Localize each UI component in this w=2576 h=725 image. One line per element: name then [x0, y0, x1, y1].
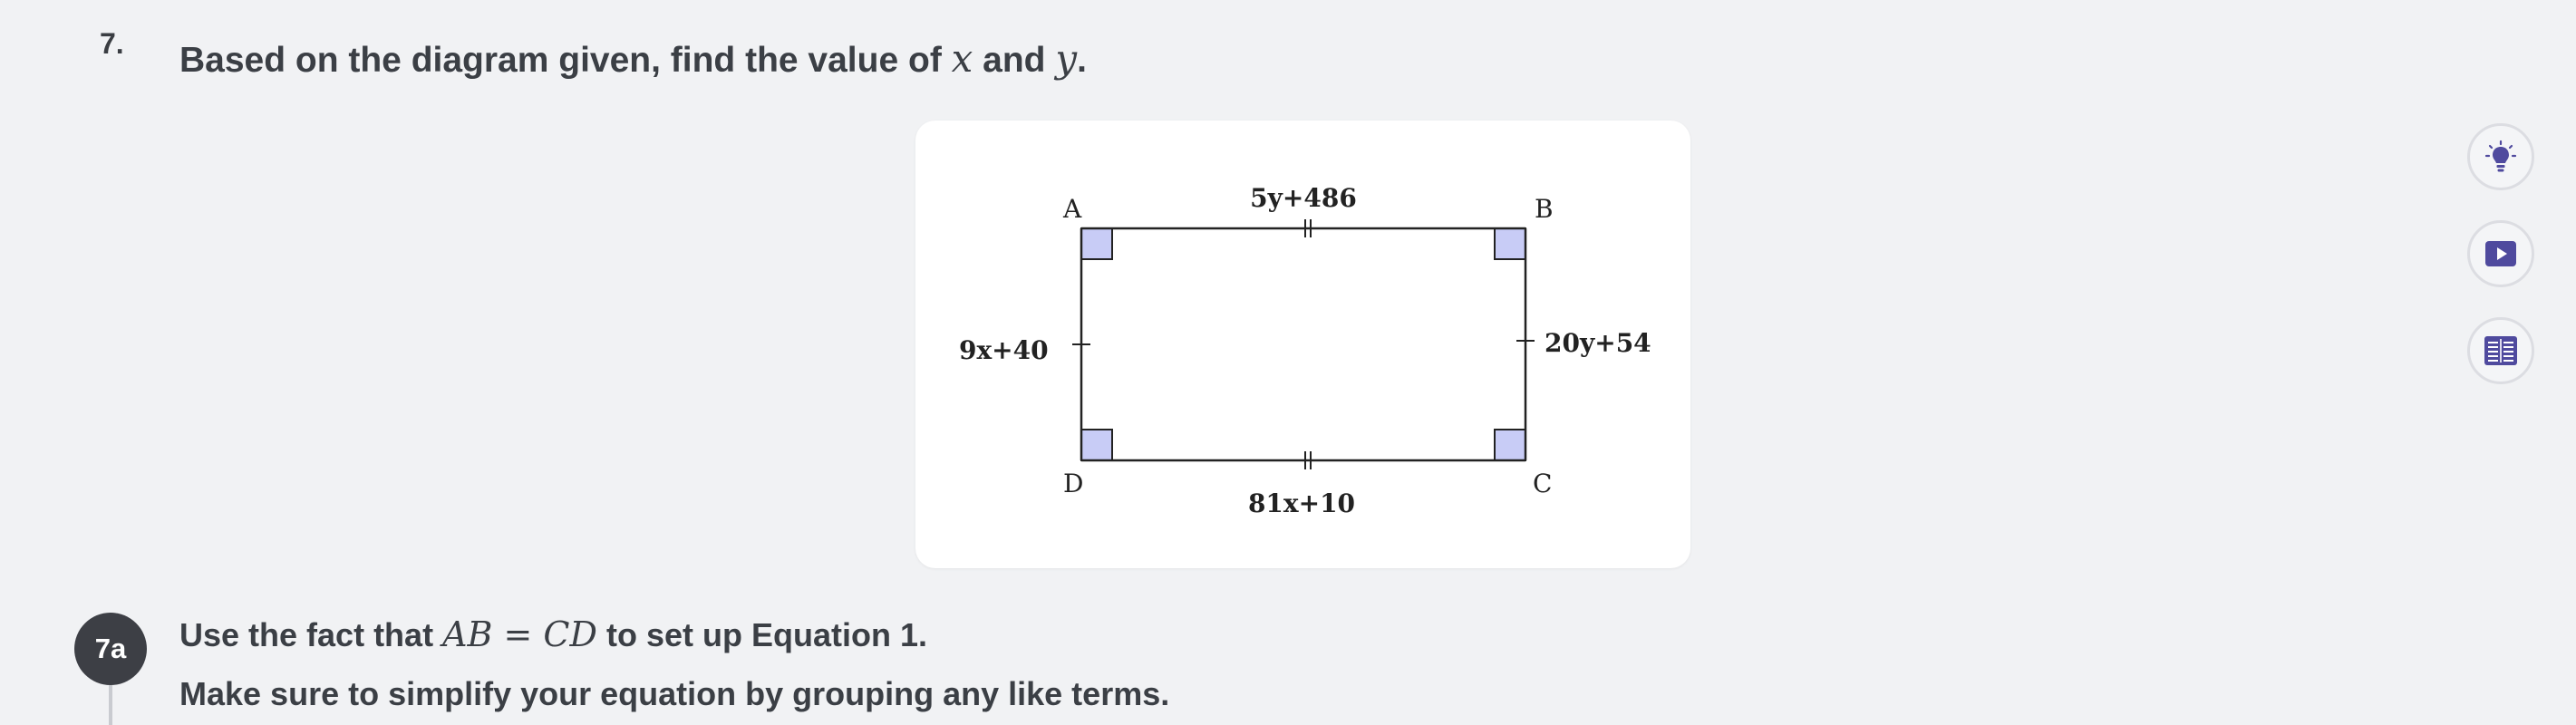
hint-button[interactable]: [2467, 123, 2534, 190]
formula-sheet-icon: [2484, 336, 2517, 365]
vertex-label-a: A: [1062, 194, 1082, 224]
vertex-label-d: D: [1063, 469, 1083, 498]
step-hint-text: Make sure to simplify your equation by g…: [179, 675, 1170, 712]
step-badge: 7a: [74, 613, 147, 685]
question-prompt: Based on the diagram given, find the val…: [179, 36, 1087, 81]
diagram-card: A B D C 5y+486 20y+54 81x+10 9x+40: [915, 121, 1690, 568]
question-period: .: [1077, 41, 1087, 80]
edge-label-bottom: 81x+10: [1248, 488, 1355, 518]
variable-y: y: [1055, 36, 1078, 81]
step-connector-line: [109, 685, 112, 725]
right-angle-marker-a: [1080, 227, 1113, 260]
lightbulb-icon: [2484, 140, 2517, 172]
question-text: Based on the diagram given, find the val…: [179, 41, 952, 80]
step-instruction: Use the fact that AB = CD to set up Equa…: [179, 614, 927, 654]
right-angle-marker-c: [1494, 429, 1526, 461]
edge-label-right: 20y+54: [1545, 328, 1651, 358]
vertex-label-c: C: [1533, 469, 1552, 498]
right-angle-marker-b: [1494, 227, 1526, 260]
question-number: 7.: [100, 27, 124, 60]
edge-label-top: 5y+486: [1250, 183, 1357, 213]
rectangle-diagram: A B D C 5y+486 20y+54 81x+10 9x+40: [959, 183, 1651, 518]
edge-label-left: 9x+40: [959, 335, 1049, 365]
step-equation: AB = CD: [442, 614, 597, 654]
right-angle-marker-d: [1080, 429, 1113, 461]
variable-x: x: [951, 36, 973, 81]
video-button[interactable]: [2467, 220, 2534, 287]
question-and: and: [973, 41, 1056, 80]
step-instruction-start: Use the fact that: [179, 616, 443, 653]
vertex-label-b: B: [1535, 194, 1554, 224]
reference-button[interactable]: [2467, 317, 2534, 384]
step-instruction-end: to set up Equation 1.: [596, 616, 927, 653]
play-icon: [2485, 241, 2516, 266]
